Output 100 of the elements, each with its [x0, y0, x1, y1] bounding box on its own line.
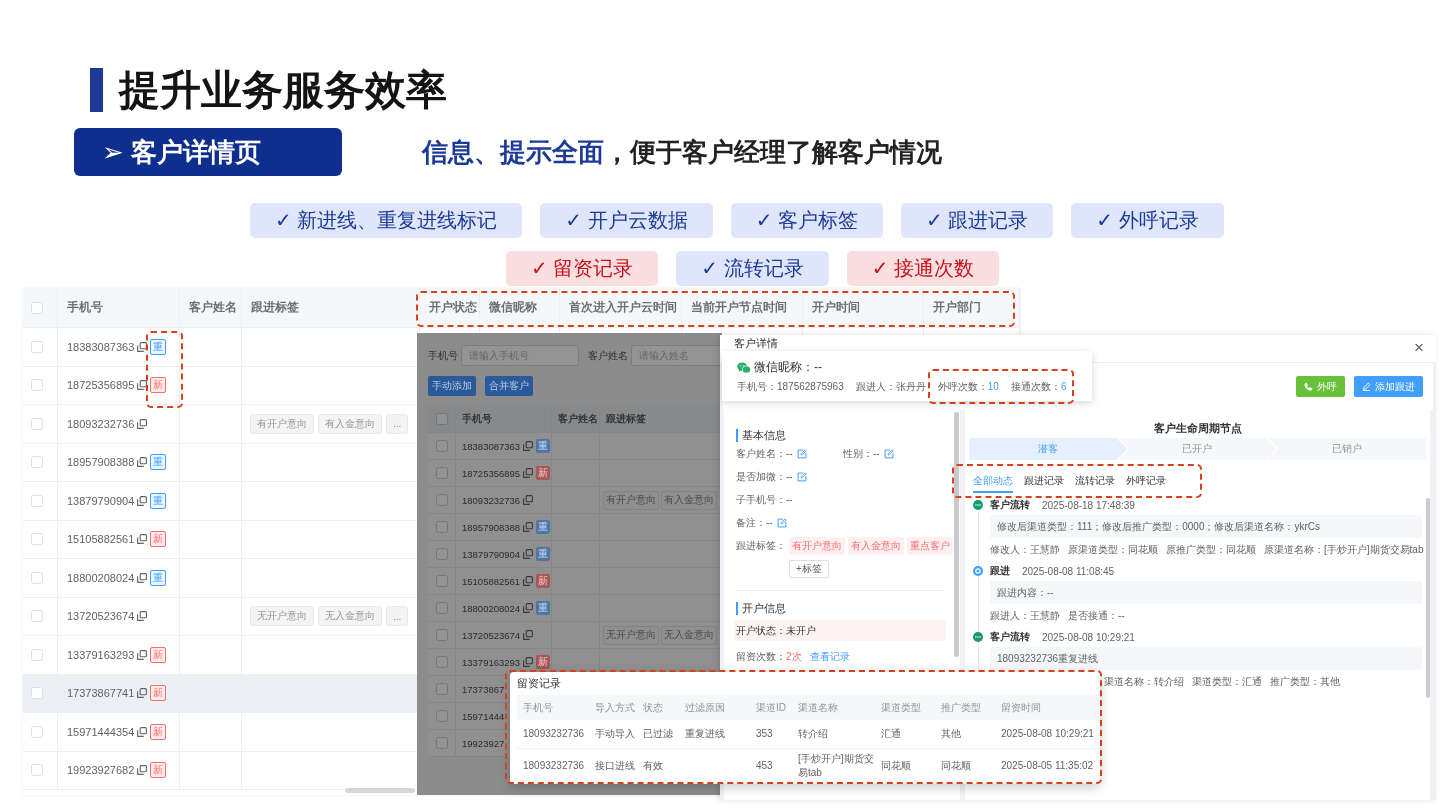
copy-icon[interactable] — [523, 576, 534, 586]
copy-icon[interactable] — [523, 657, 534, 667]
add-follow-up-button[interactable]: 添加跟进 — [1354, 376, 1423, 397]
copy-icon[interactable] — [137, 688, 148, 699]
lifecycle-step: 潜客 — [969, 438, 1128, 460]
follow-tag[interactable]: 有开户意向 — [250, 413, 314, 434]
feature-tag: ✓ 留资记录 — [506, 251, 659, 286]
checkbox[interactable] — [436, 629, 448, 641]
copy-icon[interactable] — [523, 630, 534, 640]
follow-tag[interactable]: 无入金意向 — [318, 606, 382, 627]
call-button[interactable]: 外呼 — [1296, 376, 1345, 397]
copy-icon[interactable] — [523, 522, 534, 532]
event-title: 跟进 — [990, 564, 1010, 578]
tab[interactable]: 全部动态 — [973, 469, 1013, 493]
checkbox[interactable] — [436, 440, 448, 452]
follow-tag[interactable]: 有入金意向 — [848, 536, 904, 555]
copy-icon[interactable] — [137, 534, 148, 545]
copy-icon[interactable] — [137, 765, 148, 776]
checkbox[interactable] — [436, 494, 448, 506]
lead-flag: 重 — [536, 601, 551, 615]
checkbox[interactable] — [436, 467, 448, 479]
copy-icon[interactable] — [523, 468, 534, 478]
checkbox[interactable] — [436, 412, 448, 425]
tab[interactable]: 外呼记录 — [1126, 469, 1166, 493]
copy-icon[interactable] — [137, 418, 148, 429]
follow-tag[interactable]: 无入金意向 — [661, 625, 717, 645]
checkbox[interactable] — [436, 710, 448, 722]
copy-icon[interactable] — [137, 572, 148, 583]
add-tag-button[interactable]: +标签 — [789, 559, 829, 578]
copy-icon[interactable] — [137, 341, 148, 352]
table-cell: 同花顺 — [881, 759, 911, 773]
event-title: 客户流转 — [990, 630, 1030, 644]
copy-icon[interactable] — [137, 611, 148, 622]
close-button[interactable]: × — [1412, 339, 1426, 356]
event-meta: 跟进人：王慧静 — [990, 609, 1060, 623]
edit-icon[interactable] — [796, 448, 807, 459]
view-records-link[interactable]: 查看记录 — [809, 649, 850, 664]
tab[interactable]: 跟进记录 — [1024, 469, 1064, 493]
more-button[interactable]: ... — [386, 606, 409, 627]
column-header: 留资时间 — [1001, 700, 1041, 715]
follow-tag[interactable]: 无开户意向 — [250, 606, 314, 627]
column-header: 当前开户节点时间 — [691, 299, 787, 316]
column-header: 客户姓名 — [189, 299, 237, 316]
follow-tag[interactable]: 有入金意向 — [318, 413, 382, 434]
checkbox[interactable] — [436, 656, 448, 668]
table-cell: 2025-08-05 11:35:02 — [1001, 759, 1094, 773]
phone-number: 13379163293 — [67, 648, 135, 661]
edit-icon[interactable] — [776, 517, 787, 528]
phone-number: 18800208024 — [67, 571, 135, 584]
checkbox[interactable] — [436, 602, 448, 614]
copy-icon[interactable] — [523, 549, 534, 559]
add-button[interactable]: 手动添加 — [428, 376, 476, 396]
lead-flag: 新 — [536, 466, 551, 480]
more-button[interactable]: ... — [386, 413, 409, 434]
column-header: 状态 — [643, 700, 663, 715]
table-cell: 手动导入 — [595, 727, 635, 741]
phone-number: 18383087363 — [67, 340, 135, 353]
scrollbar[interactable] — [954, 412, 959, 657]
table-cell: 汇通 — [881, 727, 901, 741]
copy-icon[interactable] — [137, 726, 148, 737]
tab[interactable]: 流转记录 — [1075, 469, 1115, 493]
follow-tag[interactable]: 有入金意向 — [661, 490, 717, 510]
lead-flag: 新 — [150, 531, 167, 548]
section-heading: 基本信息 — [736, 429, 786, 442]
copy-icon[interactable] — [523, 495, 534, 505]
event-time: 2025-08-08 10:29:21 — [1042, 631, 1135, 643]
event-meta: 渠道名称：转介绍 — [1104, 675, 1184, 689]
phone-number: 15971444354 — [67, 725, 135, 738]
lead-flag: 新 — [150, 723, 167, 740]
checkbox[interactable] — [436, 575, 448, 587]
phone-number: 19923927 — [462, 737, 505, 749]
scrollbar[interactable] — [345, 788, 415, 793]
table-cell: 其他 — [941, 727, 961, 741]
checkbox[interactable] — [436, 737, 448, 749]
lead-flag: 重 — [536, 520, 551, 534]
event-content: 18093232736重复进线 — [990, 647, 1422, 670]
edit-icon[interactable] — [883, 448, 894, 459]
copy-icon[interactable] — [137, 457, 148, 468]
copy-icon[interactable] — [523, 603, 534, 613]
event-meta: 推广类型：其他 — [1270, 675, 1340, 689]
follow-tag[interactable]: 重点客户 — [907, 536, 953, 555]
follow-tag[interactable]: 无开户意向 — [603, 625, 659, 645]
checkbox[interactable] — [436, 683, 448, 695]
copy-icon[interactable] — [523, 441, 534, 451]
checkbox[interactable] — [436, 521, 448, 533]
feature-tag: ✓ 外呼记录 — [1071, 203, 1224, 238]
copy-icon[interactable] — [137, 649, 148, 660]
column-header: 微信昵称 — [489, 299, 537, 316]
copy-icon[interactable] — [137, 495, 148, 506]
phone-number: 19923927682 — [67, 764, 135, 777]
follow-tag[interactable]: 有开户意向 — [789, 536, 845, 555]
table-cell: 453 — [756, 759, 773, 773]
copy-icon[interactable] — [137, 380, 148, 391]
popup-title: 留资记录 — [517, 676, 561, 691]
merge-button[interactable]: 合并客户 — [485, 376, 533, 396]
edit-icon[interactable] — [796, 471, 807, 482]
scrollbar[interactable] — [1426, 498, 1430, 698]
follow-tag[interactable]: 有开户意向 — [603, 490, 659, 510]
checkbox[interactable] — [436, 548, 448, 560]
filter-label: 客户姓名 — [588, 348, 628, 363]
